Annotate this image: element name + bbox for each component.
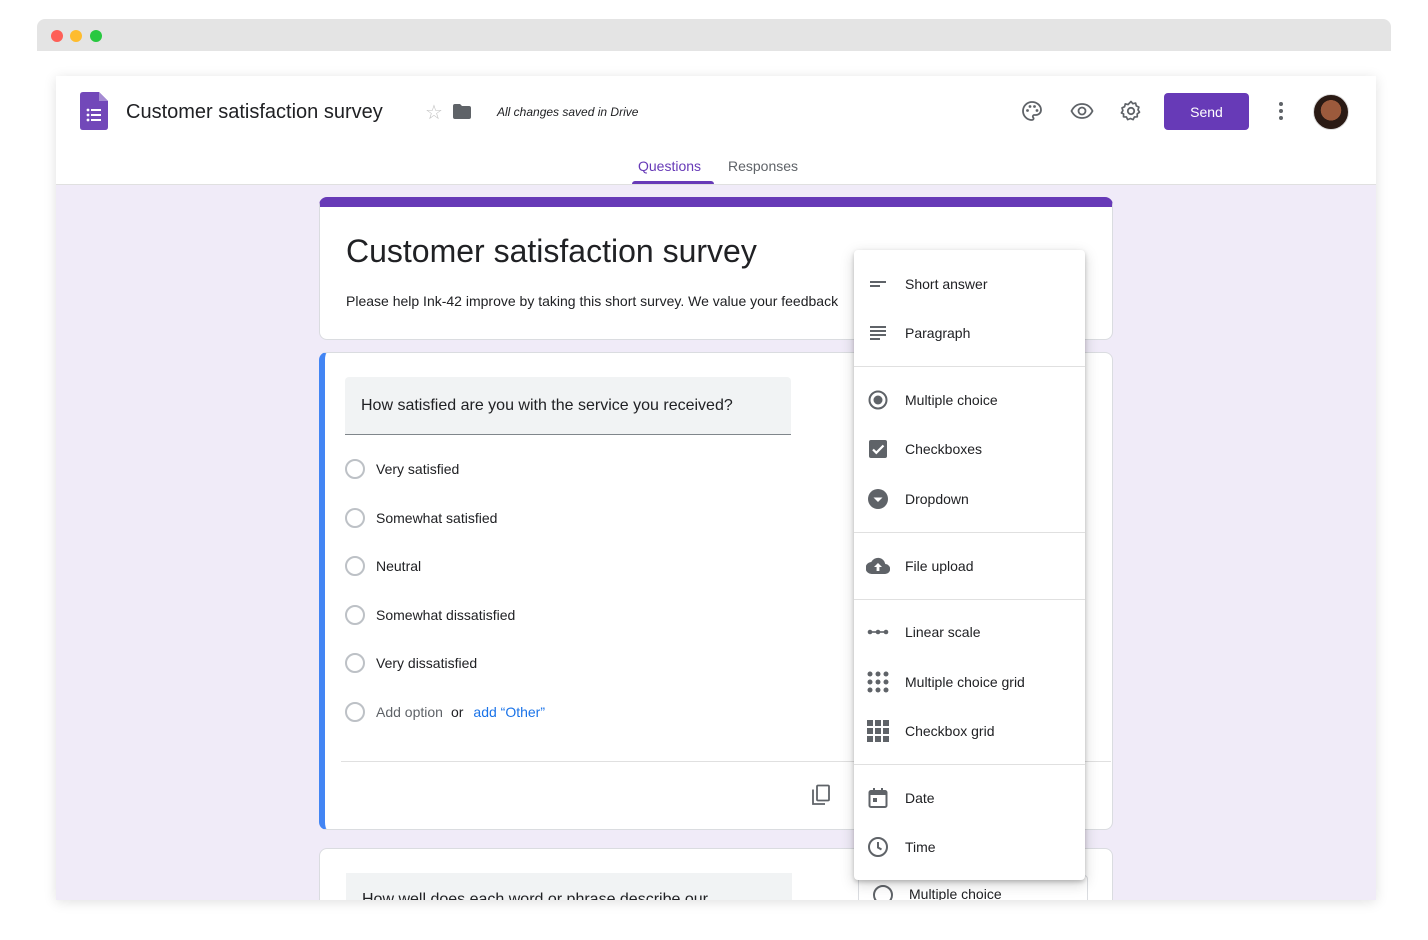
menu-item-label: Dropdown [905, 491, 969, 507]
tab-questions[interactable]: Questions [638, 158, 701, 174]
menu-item-label: Linear scale [905, 624, 981, 640]
option-label[interactable]: Somewhat satisfied [376, 510, 497, 526]
form-description[interactable]: Please help Ink-42 improve by taking thi… [346, 293, 856, 309]
menu-divider [854, 599, 1085, 600]
menu-divider [854, 532, 1085, 533]
option-row[interactable]: Very satisfied [345, 458, 459, 480]
preview-eye-icon[interactable] [1070, 99, 1094, 123]
menu-item-label: Multiple choice grid [905, 674, 1025, 690]
menu-item-short-answer[interactable]: Short answer [854, 262, 1085, 306]
radio-icon [345, 556, 365, 576]
radio-icon [345, 605, 365, 625]
menu-item-dropdown[interactable]: Dropdown [854, 477, 1085, 521]
question-title-field[interactable]: How satisfied are you with the service y… [345, 377, 791, 435]
menu-item-linear-scale[interactable]: Linear scale [854, 610, 1085, 654]
menu-item-time[interactable]: Time [854, 825, 1085, 869]
option-label[interactable]: Neutral [376, 558, 421, 574]
question-title-field[interactable]: How well does each word or phrase descri… [346, 873, 792, 900]
document-title[interactable]: Customer satisfaction survey [126, 101, 383, 124]
option-label[interactable]: Very satisfied [376, 461, 459, 477]
cloud-upload-icon [866, 557, 890, 575]
question-type-menu: Short answer Paragraph Multiple choice C… [854, 250, 1085, 880]
radio-icon [345, 508, 365, 528]
paragraph-icon [870, 326, 886, 340]
menu-item-paragraph[interactable]: Paragraph [854, 311, 1085, 355]
close-window-dot[interactable] [51, 30, 63, 42]
menu-item-multiple-choice[interactable]: Multiple choice [854, 378, 1085, 422]
active-tab-indicator [632, 181, 714, 184]
settings-gear-icon[interactable] [1119, 99, 1143, 123]
more-vert-icon[interactable] [1269, 99, 1293, 123]
app-header: Customer satisfaction survey ☆ All chang… [56, 76, 1376, 185]
user-avatar[interactable] [1313, 94, 1349, 130]
add-other-link[interactable]: add “Other” [473, 704, 545, 720]
linear-scale-icon [867, 629, 889, 635]
radio-icon [345, 702, 365, 722]
menu-divider [854, 366, 1085, 367]
form-title[interactable]: Customer satisfaction survey [346, 233, 757, 270]
tab-responses[interactable]: Responses [728, 158, 798, 174]
menu-item-checkbox-grid[interactable]: Checkbox grid [854, 709, 1085, 753]
menu-item-label: Time [905, 839, 936, 855]
or-label: or [450, 704, 464, 720]
dot-grid-icon [867, 671, 889, 693]
maximize-window-dot[interactable] [90, 30, 102, 42]
star-icon[interactable]: ☆ [425, 100, 443, 125]
menu-item-label: Multiple choice [905, 392, 998, 408]
radio-icon [873, 885, 893, 900]
menu-item-label: File upload [905, 558, 974, 574]
menu-item-label: Checkboxes [905, 441, 983, 457]
google-forms-logo-icon[interactable] [80, 92, 108, 130]
browser-titlebar [37, 19, 1391, 51]
menu-item-date[interactable]: Date [854, 776, 1085, 820]
option-label[interactable]: Very dissatisfied [376, 655, 477, 671]
radio-icon [345, 653, 365, 673]
save-status-text: All changes saved in Drive [497, 105, 639, 119]
option-row[interactable]: Somewhat satisfied [345, 507, 497, 529]
menu-item-label: Short answer [905, 276, 988, 292]
minimize-window-dot[interactable] [70, 30, 82, 42]
send-button[interactable]: Send [1164, 93, 1249, 130]
checkbox-icon [869, 440, 887, 458]
option-label[interactable]: Somewhat dissatisfied [376, 607, 515, 623]
palette-icon[interactable] [1020, 99, 1044, 123]
clock-icon [868, 837, 888, 857]
question-title-text: How satisfied are you with the service y… [361, 397, 733, 414]
option-row[interactable]: Neutral [345, 555, 421, 577]
menu-item-label: Paragraph [905, 325, 971, 341]
option-row[interactable]: Very dissatisfied [345, 652, 477, 674]
radio-icon [345, 459, 365, 479]
add-option-input[interactable]: Add option [376, 704, 443, 720]
radio-icon [868, 390, 888, 410]
dropdown-icon [868, 489, 888, 509]
menu-item-file-upload[interactable]: File upload [854, 544, 1085, 588]
option-row[interactable]: Somewhat dissatisfied [345, 604, 515, 626]
add-option-row: Add option or add “Other” [345, 701, 545, 723]
menu-item-label: Checkbox grid [905, 723, 995, 739]
question-title-text: How well does each word or phrase descri… [362, 891, 708, 900]
calendar-icon [868, 788, 888, 808]
question-type-label: Multiple choice [909, 886, 1002, 900]
menu-item-checkboxes[interactable]: Checkboxes [854, 427, 1085, 471]
folder-icon[interactable] [453, 104, 471, 119]
app-window: Customer satisfaction survey ☆ All chang… [56, 76, 1376, 900]
square-grid-icon [867, 720, 889, 742]
duplicate-icon[interactable] [809, 783, 833, 807]
menu-divider [854, 764, 1085, 765]
short-answer-icon [870, 281, 886, 287]
menu-item-multiple-choice-grid[interactable]: Multiple choice grid [854, 660, 1085, 704]
menu-item-label: Date [905, 790, 935, 806]
